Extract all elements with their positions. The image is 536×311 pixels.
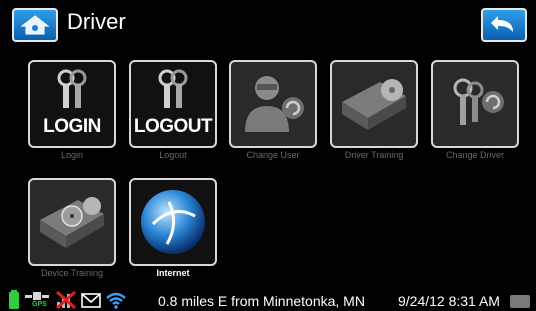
user-swap-icon (245, 76, 304, 132)
logout-tile[interactable]: LOGOUT (129, 60, 217, 148)
globe-icon (141, 190, 205, 254)
change-user-label: Change User (246, 150, 300, 160)
home-button[interactable] (12, 8, 58, 42)
keyboard-icon[interactable] (510, 295, 530, 308)
book-disc-icon (342, 79, 406, 130)
datetime-text: 9/24/12 8:31 AM (398, 293, 500, 309)
driver-training-label: Driver Training (344, 150, 404, 160)
keys-swap-icon (453, 78, 504, 125)
no-signal-icon (56, 290, 76, 310)
login-label: Login (60, 150, 84, 160)
driver-training-tile[interactable] (330, 60, 418, 148)
change-user-tile[interactable] (229, 60, 317, 148)
mail-icon (81, 293, 101, 308)
device-training-label: Device Training (40, 268, 104, 278)
internet-label: Internet (156, 268, 190, 278)
login-tile-word: LOGIN (43, 116, 101, 137)
logout-label: Logout (159, 150, 187, 160)
change-driver-tile[interactable] (431, 60, 519, 148)
keys-icon (57, 69, 87, 108)
back-arrow-icon (491, 16, 513, 32)
logout-tile-word: LOGOUT (133, 116, 213, 137)
home-icon (20, 15, 50, 35)
page-title: Driver (67, 9, 126, 34)
keys-icon (158, 69, 188, 108)
change-driver-label: Change Driver (445, 150, 505, 160)
battery-icon (9, 290, 19, 309)
gps-label: GPS (32, 301, 47, 308)
location-text: 0.8 miles E from Minnetonka, MN (158, 293, 365, 309)
back-button[interactable] (481, 8, 527, 42)
wifi-icon (106, 292, 126, 309)
book-compass-icon (40, 197, 104, 248)
header-bar: Driver (0, 0, 536, 44)
login-tile[interactable]: LOGIN (28, 60, 116, 148)
internet-tile[interactable] (129, 178, 217, 266)
device-training-tile[interactable] (28, 178, 116, 266)
